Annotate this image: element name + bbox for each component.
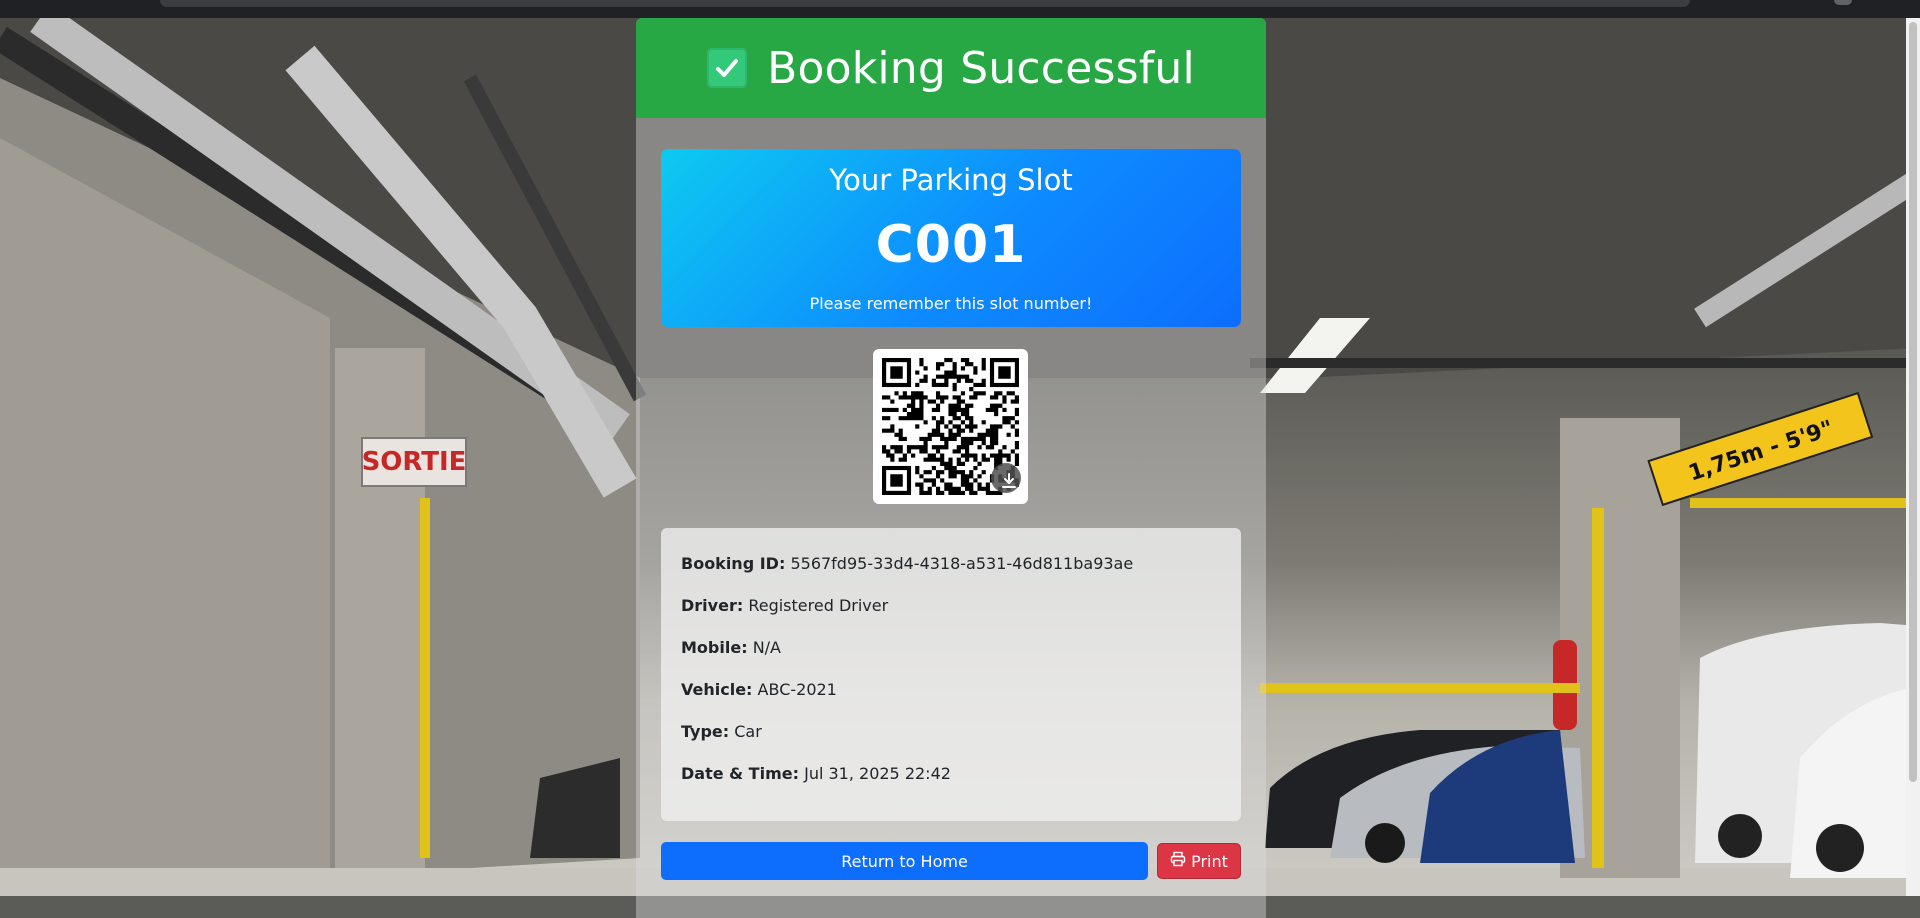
download-icon[interactable] xyxy=(991,463,1021,493)
parking-slot-panel: Your Parking Slot C001 Please remember t… xyxy=(661,149,1241,327)
detail-value: Car xyxy=(734,722,762,741)
check-box-icon xyxy=(707,48,748,88)
detail-label: Mobile: xyxy=(681,638,748,657)
booking-confirmation-card: Booking Successful Your Parking Slot C00… xyxy=(636,18,1266,918)
detail-vehicle: Vehicle: ABC-2021 xyxy=(681,680,837,699)
detail-value: Jul 31, 2025 22:42 xyxy=(804,764,951,783)
booking-details: Booking ID: 5567fd95-33d4-4318-a531-46d8… xyxy=(661,528,1241,821)
print-button[interactable]: Print xyxy=(1157,843,1241,879)
detail-value: 5567fd95-33d4-4318-a531-46d811ba93ae xyxy=(790,554,1134,573)
qr-finder-pattern xyxy=(989,358,1019,388)
slot-heading: Your Parking Slot xyxy=(829,163,1073,197)
detail-value: N/A xyxy=(752,638,781,657)
slot-number: C001 xyxy=(875,215,1027,275)
detail-booking-id: Booking ID: 5567fd95-33d4-4318-a531-46d8… xyxy=(681,554,1133,573)
qr-finder-pattern xyxy=(882,358,912,388)
printer-icon xyxy=(1170,851,1186,871)
return-home-label: Return to Home xyxy=(841,851,968,871)
detail-value: Registered Driver xyxy=(748,596,889,615)
return-home-button[interactable]: Return to Home xyxy=(661,842,1148,880)
browser-toolbar xyxy=(0,0,1920,18)
detail-label: Date & Time: xyxy=(681,764,799,783)
detail-date-time: Date & Time: Jul 31, 2025 22:42 xyxy=(681,764,951,783)
qr-code xyxy=(873,349,1028,504)
exit-sign-text: SORTIE xyxy=(362,447,467,477)
scrollbar-thumb[interactable] xyxy=(1909,22,1917,782)
qr-finder-pattern xyxy=(882,465,912,495)
detail-label: Vehicle: xyxy=(681,680,753,699)
page-title: Booking Successful xyxy=(767,42,1195,94)
card-header: Booking Successful xyxy=(636,18,1266,118)
print-label: Print xyxy=(1191,851,1228,871)
detail-mobile: Mobile: N/A xyxy=(681,638,781,657)
detail-driver: Driver: Registered Driver xyxy=(681,596,888,615)
slot-note: Please remember this slot number! xyxy=(809,294,1093,313)
detail-value: ABC-2021 xyxy=(757,680,837,699)
profile-icon[interactable] xyxy=(1834,0,1852,5)
detail-label: Booking ID: xyxy=(681,554,786,573)
detail-type: Type: Car xyxy=(681,722,762,741)
detail-label: Driver: xyxy=(681,596,744,615)
address-bar[interactable] xyxy=(160,0,1690,7)
page-scrollbar[interactable] xyxy=(1906,18,1920,896)
detail-label: Type: xyxy=(681,722,730,741)
